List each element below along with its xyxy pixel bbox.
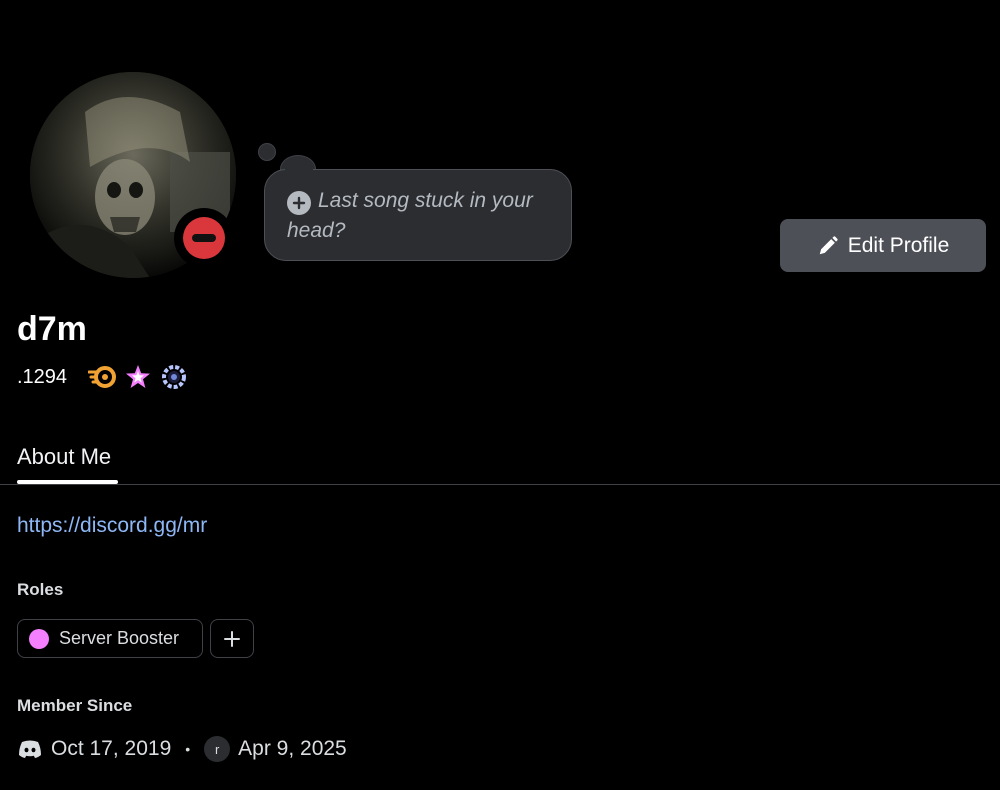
date-separator: • (185, 741, 191, 757)
thought-bubble-dot-small (258, 143, 276, 161)
member-since-heading: Member Since (17, 696, 133, 715)
server-join-date: Apr 9, 2025 (238, 737, 347, 760)
custom-status-placeholder: Last song stuck in your head? (287, 189, 533, 242)
display-name: d7m (17, 310, 87, 348)
discord-join-date: Oct 17, 2019 (51, 737, 172, 760)
tab-about-me[interactable]: About Me (17, 444, 111, 470)
dnd-status-icon (183, 217, 225, 259)
user-profile-panel: Last song stuck in your head? Edit Profi… (0, 0, 1000, 790)
about-me-link[interactable]: https://discord.gg/mr (17, 514, 207, 538)
discord-logo-icon (19, 740, 41, 758)
star-badge-icon[interactable] (123, 362, 153, 392)
status-indicator (174, 208, 234, 268)
avatar-container[interactable] (30, 72, 236, 278)
server-icon: r (204, 736, 231, 762)
laurel-badge-icon[interactable] (159, 362, 189, 392)
plus-icon (224, 630, 240, 647)
custom-status-bubble[interactable]: Last song stuck in your head? (264, 169, 572, 261)
edit-profile-button[interactable]: Edit Profile (780, 219, 986, 272)
roles-heading: Roles (17, 580, 64, 599)
bubble-join (285, 168, 313, 174)
tag-row: .1294 (17, 362, 195, 392)
add-circle-icon (287, 191, 311, 215)
pencil-icon (819, 235, 838, 254)
role-color-dot (29, 628, 49, 649)
nitro-boost-badge-icon[interactable] (87, 362, 117, 392)
user-tag: .1294 (17, 365, 68, 388)
add-role-button[interactable] (210, 619, 254, 658)
member-since-row: Oct 17, 2019 • r Apr 9, 2025 (17, 736, 347, 762)
tab-divider (0, 484, 1000, 485)
role-pill-server-booster[interactable]: Server Booster (17, 619, 203, 658)
role-label: Server Booster (59, 628, 180, 648)
edit-profile-label: Edit Profile (847, 233, 950, 257)
